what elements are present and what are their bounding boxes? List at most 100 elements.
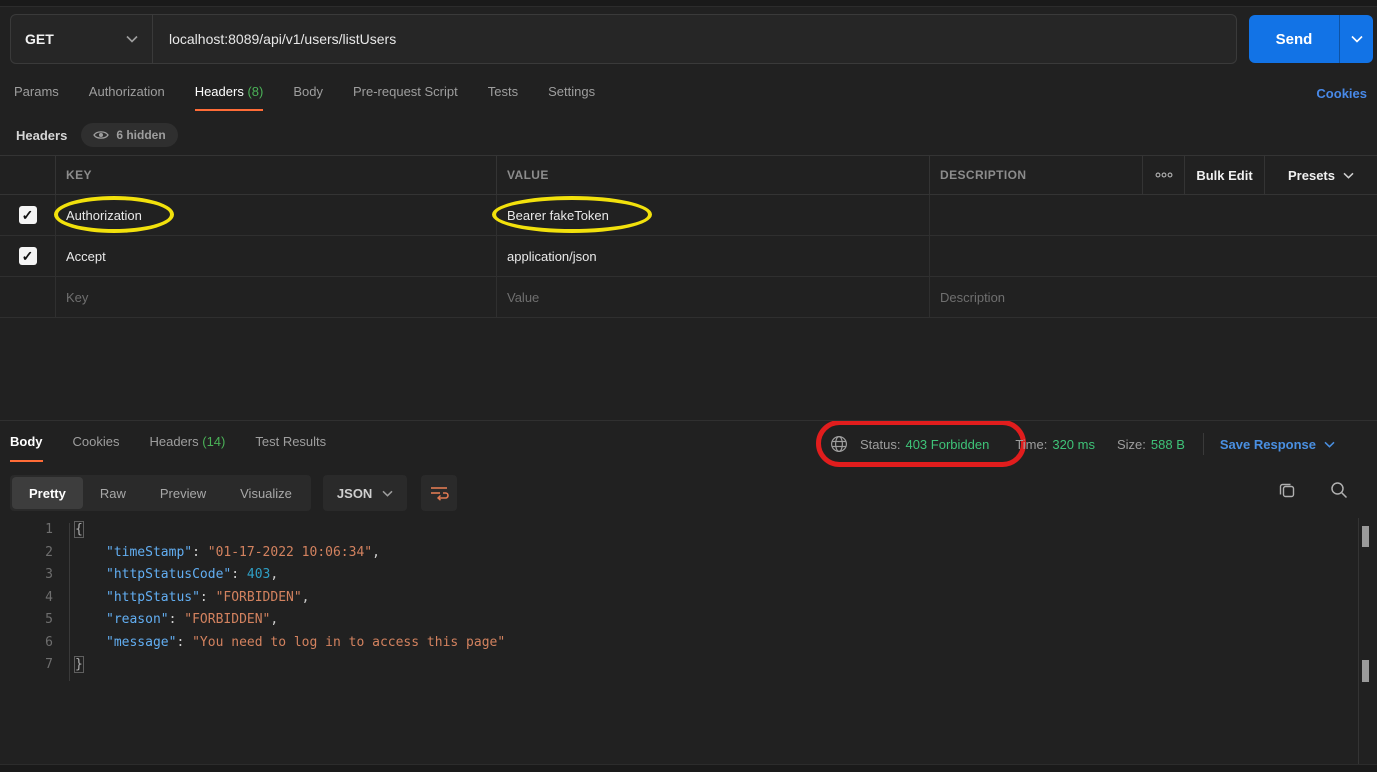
chevron-down-icon xyxy=(126,35,138,43)
header-description-cell[interactable] xyxy=(930,236,1377,276)
cookies-link[interactable]: Cookies xyxy=(1316,86,1367,101)
tab-pre-request-script[interactable]: Pre-request Script xyxy=(353,84,458,111)
headers-count-badge: (8) xyxy=(247,84,263,99)
code-line: 1{ xyxy=(0,519,1350,542)
header-description-cell[interactable] xyxy=(930,195,1377,235)
wrap-text-button[interactable] xyxy=(421,475,457,511)
new-header-value-cell[interactable]: Value xyxy=(497,277,930,317)
response-tab-test-results[interactable]: Test Results xyxy=(255,434,326,462)
header-row-accept: ✓ Accept application/json xyxy=(0,236,1377,277)
wrap-text-icon xyxy=(429,485,449,501)
new-header-description-cell[interactable]: Description xyxy=(930,277,1377,317)
eye-icon xyxy=(93,129,109,141)
header-key: Authorization xyxy=(66,208,142,223)
time-label: Time: xyxy=(1015,437,1047,452)
column-header-key: KEY xyxy=(66,168,92,182)
code-line: 3"httpStatusCode": 403, xyxy=(0,564,1350,587)
tab-params[interactable]: Params xyxy=(14,84,59,111)
new-header-key-cell[interactable]: Key xyxy=(56,277,497,317)
tab-headers[interactable]: Headers (8) xyxy=(195,84,264,111)
response-tab-headers[interactable]: Headers (14) xyxy=(149,434,225,462)
select-all-cell xyxy=(0,156,56,194)
view-visualize[interactable]: Visualize xyxy=(223,477,309,509)
size-label: Size: xyxy=(1117,437,1146,452)
request-url-bar: GET localhost:8089/api/v1/users/listUser… xyxy=(10,14,1237,64)
header-value: Bearer fakeToken xyxy=(507,208,609,223)
tab-tests[interactable]: Tests xyxy=(488,84,518,111)
time-value: 320 ms xyxy=(1052,437,1095,452)
view-mode-switcher: Pretty Raw Preview Visualize xyxy=(10,475,311,511)
save-response-button[interactable]: Save Response xyxy=(1220,437,1335,452)
response-tab-cookies[interactable]: Cookies xyxy=(73,434,120,462)
request-tabs: Params Authorization Headers (8) Body Pr… xyxy=(14,84,595,111)
header-key-cell[interactable]: Authorization xyxy=(56,195,497,235)
column-header-description: DESCRIPTION xyxy=(940,168,1026,182)
chevron-down-icon xyxy=(1343,172,1354,179)
response-headers-count-badge: (14) xyxy=(202,434,225,449)
header-value-cell[interactable]: Bearer fakeToken xyxy=(497,195,930,235)
header-value: application/json xyxy=(507,249,597,264)
tab-authorization[interactable]: Authorization xyxy=(89,84,165,111)
header-row-new: Key Value Description xyxy=(0,277,1377,318)
code-line: 2"timeStamp": "01-17-2022 10:06:34", xyxy=(0,542,1350,565)
header-key-cell[interactable]: Accept xyxy=(56,236,497,276)
meta-divider xyxy=(1203,433,1204,455)
response-body-json[interactable]: 1{ 2"timeStamp": "01-17-2022 10:06:34", … xyxy=(0,519,1350,677)
bulk-edit-button[interactable]: Bulk Edit xyxy=(1185,156,1265,194)
format-dropdown[interactable]: JSON xyxy=(323,475,407,511)
send-button[interactable]: Send xyxy=(1249,15,1373,63)
tab-settings[interactable]: Settings xyxy=(548,84,595,111)
description-placeholder: Description xyxy=(940,290,1005,305)
more-options-button[interactable] xyxy=(1143,156,1185,194)
size-value: 588 B xyxy=(1151,437,1185,452)
header-key: Accept xyxy=(66,249,106,264)
format-label: JSON xyxy=(337,486,372,501)
http-method-label: GET xyxy=(25,31,126,47)
window-bottom-strip xyxy=(0,764,1377,772)
view-pretty[interactable]: Pretty xyxy=(12,477,83,509)
header-checkbox[interactable]: ✓ xyxy=(19,206,37,224)
view-preview[interactable]: Preview xyxy=(143,477,223,509)
send-options-caret[interactable] xyxy=(1339,15,1373,63)
header-value-cell[interactable]: application/json xyxy=(497,236,930,276)
value-placeholder: Value xyxy=(507,290,539,305)
response-panel: Body Cookies Headers (14) Test Results S… xyxy=(0,420,1377,764)
url-text: localhost:8089/api/v1/users/listUsers xyxy=(169,31,396,47)
headers-table-header-row: KEY VALUE DESCRIPTION Bulk Edit Presets xyxy=(0,155,1377,195)
chevron-down-icon xyxy=(1324,441,1335,448)
response-tabs: Body Cookies Headers (14) Test Results xyxy=(10,434,326,462)
send-label[interactable]: Send xyxy=(1249,15,1339,63)
key-placeholder: Key xyxy=(66,290,88,305)
header-row-authorization: ✓ Authorization Bearer fakeToken xyxy=(0,195,1377,236)
header-checkbox[interactable]: ✓ xyxy=(19,247,37,265)
chevron-down-icon xyxy=(382,490,393,497)
tab-body[interactable]: Body xyxy=(293,84,323,111)
response-actions xyxy=(1278,481,1348,499)
response-tab-body[interactable]: Body xyxy=(10,434,43,462)
copy-icon[interactable] xyxy=(1278,481,1296,499)
headers-table: KEY VALUE DESCRIPTION Bulk Edit Presets … xyxy=(0,155,1377,318)
response-meta: Status: 403 Forbidden Time: 320 ms Size:… xyxy=(830,433,1335,455)
scrollbar-track xyxy=(1358,518,1359,764)
hidden-headers-label: 6 hidden xyxy=(116,128,165,142)
view-raw[interactable]: Raw xyxy=(83,477,143,509)
url-input[interactable]: localhost:8089/api/v1/users/listUsers xyxy=(153,15,1236,63)
globe-icon xyxy=(830,435,848,453)
presets-dropdown[interactable]: Presets xyxy=(1265,156,1377,194)
scrollbar-thumb[interactable] xyxy=(1362,660,1369,682)
presets-label: Presets xyxy=(1288,168,1335,183)
code-line: 6"message": "You need to log in to acces… xyxy=(0,632,1350,655)
http-method-select[interactable]: GET xyxy=(11,15,153,63)
code-line: 7} xyxy=(0,654,1350,677)
search-icon[interactable] xyxy=(1330,481,1348,499)
response-toolbar: Pretty Raw Preview Visualize JSON xyxy=(10,475,457,511)
window-top-strip xyxy=(0,0,1377,7)
column-header-value: VALUE xyxy=(507,168,549,182)
status-label: Status: xyxy=(860,437,900,452)
hidden-headers-toggle[interactable]: 6 hidden xyxy=(81,123,177,147)
headers-section-header: Headers 6 hidden xyxy=(16,123,178,147)
status-value: 403 Forbidden xyxy=(905,437,989,452)
code-line: 5"reason": "FORBIDDEN", xyxy=(0,609,1350,632)
scrollbar-thumb[interactable] xyxy=(1362,526,1369,547)
more-options-icon xyxy=(1155,172,1173,178)
